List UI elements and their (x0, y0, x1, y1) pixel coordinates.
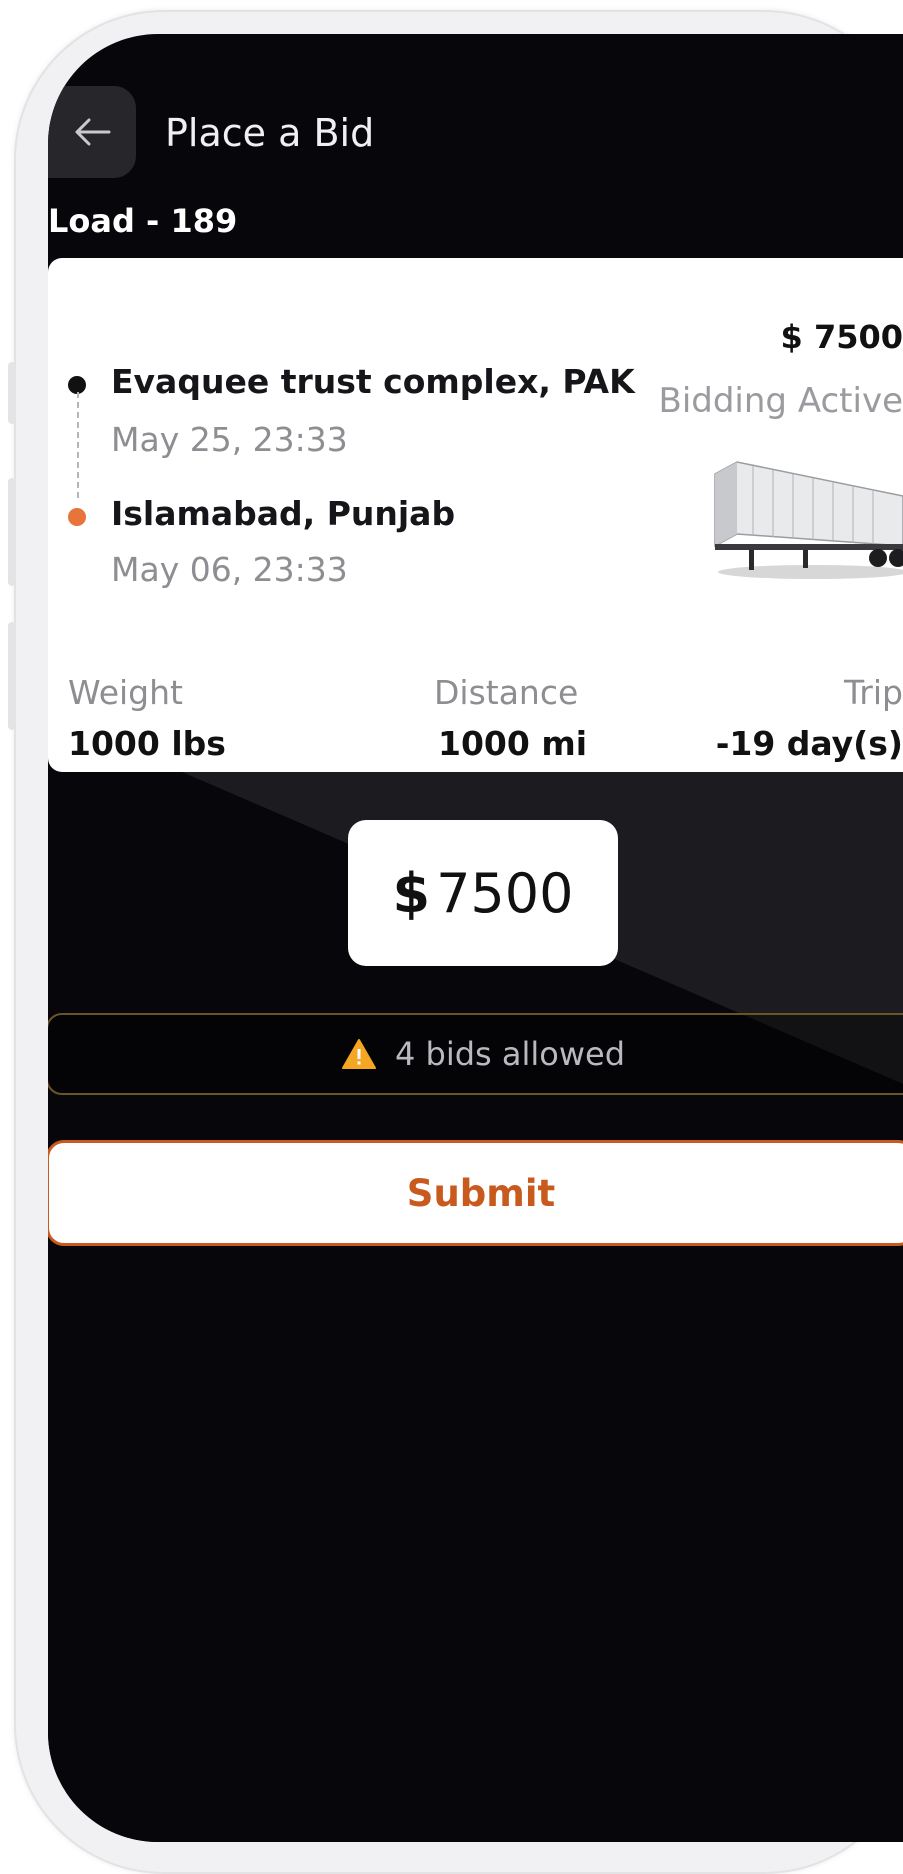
device-side-button (8, 362, 16, 424)
status-badge: Bidding Active (658, 381, 903, 421)
distance-value: 1000 mi (438, 724, 588, 763)
load-price: $ 7500 (780, 318, 903, 356)
back-button[interactable] (48, 86, 136, 178)
trip-label: Trip (844, 673, 903, 712)
weight-value: 1000 lbs (68, 724, 226, 763)
dropoff-date: May 06, 23:33 (111, 550, 348, 589)
device-side-button (8, 478, 16, 586)
warning-icon (341, 1039, 376, 1069)
route-line (77, 392, 79, 498)
device-side-button (8, 622, 16, 730)
distance-label: Distance (434, 673, 579, 712)
weight-label: Weight (68, 673, 183, 712)
bids-allowed-notice: 4 bids allowed (48, 1013, 903, 1095)
load-card[interactable]: $ 7500 Bidding Active Evaquee trust comp… (48, 258, 903, 772)
notice-text: 4 bids allowed (394, 1035, 626, 1073)
pickup-date: May 25, 23:33 (111, 420, 348, 459)
trip-value: -19 day(s) (715, 724, 903, 763)
load-title: Load - 189 (48, 202, 238, 240)
submit-button[interactable]: Submit (48, 1140, 903, 1246)
bid-amount-value: 7500 (436, 861, 574, 925)
bid-amount-input[interactable]: $ 7500 (348, 820, 618, 966)
dropoff-dot-icon (68, 508, 86, 526)
arrow-left-icon (75, 118, 111, 146)
pickup-location: Evaquee trust complex, PAK (111, 362, 635, 401)
trailer-image (714, 461, 903, 579)
page-title: Place a Bid (165, 111, 375, 155)
currency-symbol: $ (392, 861, 431, 925)
app-screen: Place a Bid Load - 189 $ 7500 Bidding Ac… (48, 34, 903, 1842)
dropoff-location: Islamabad, Punjab (111, 494, 456, 533)
